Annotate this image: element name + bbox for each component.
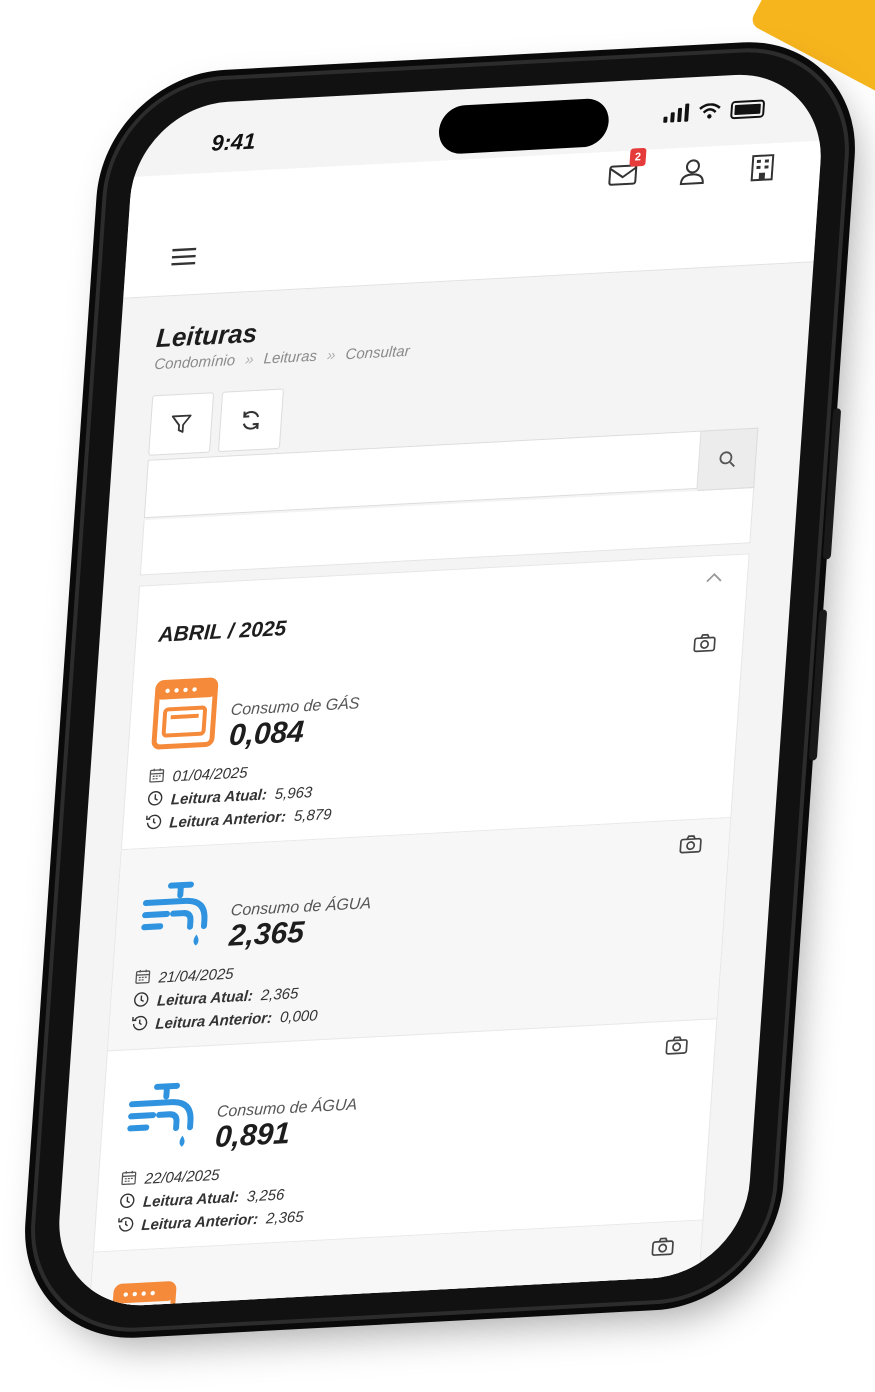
collapse-button[interactable] — [704, 570, 723, 589]
current-reading-label: Leitura Atual: — [170, 785, 268, 809]
breadcrumb-separator: » — [326, 346, 337, 365]
clock-icon — [118, 1192, 135, 1213]
readings-panel: ABRIL / 2025 Consumo de GÁS 0,084 01/04/20… — [78, 553, 750, 1310]
filter-button[interactable] — [148, 392, 215, 456]
reading-card[interactable]: Consumo de ÁGUA 0,891 22/04/2025 Leitura At… — [93, 1019, 717, 1253]
previous-reading-label: Leitura Anterior: — [154, 1009, 273, 1033]
battery-icon — [730, 99, 766, 120]
camera-icon — [650, 1237, 675, 1261]
reading-values: Consumo de ÁGUA 0,891 — [214, 1096, 358, 1154]
history-icon — [131, 1014, 148, 1035]
gas-stove-icon — [150, 677, 219, 756]
status-icons — [663, 99, 766, 123]
camera-icon — [664, 1036, 689, 1060]
wifi-icon — [699, 103, 721, 119]
message-count-badge: 2 — [629, 147, 647, 167]
search-icon — [719, 451, 735, 468]
filter-icon — [171, 414, 192, 433]
calendar-icon — [120, 1169, 137, 1190]
previous-reading-value: 2,365 — [265, 1207, 305, 1228]
reading-meta: 22/04/2025 Leitura Atual: 3,256 Leitura Ant… — [117, 1140, 686, 1236]
reading-main: Consumo de ÁGUA 2,365 — [136, 851, 706, 956]
previous-reading-value: 0,000 — [279, 1006, 319, 1026]
header-actions: 2 — [604, 147, 782, 195]
readings-list: Consumo de GÁS 0,084 01/04/2025 Leitura Atu… — [79, 616, 745, 1310]
reading-card[interactable]: Consumo de GÁS 0,084 01/04/2025 Leitura Atu… — [121, 616, 745, 851]
profile-button[interactable] — [673, 152, 711, 190]
consumption-amount: 0,891 — [214, 1116, 292, 1154]
dynamic-island — [437, 97, 611, 155]
current-reading-label: Leitura Atual: — [156, 987, 254, 1010]
current-reading-value: 2,365 — [260, 984, 299, 1004]
reading-values: Consumo de ÁGUA 2,365 — [228, 895, 372, 953]
reading-card[interactable]: Consumo de ÁGUA 2,365 21/04/2025 Leitura At… — [107, 818, 731, 1052]
clock-icon — [132, 991, 149, 1012]
reading-meta: 21/04/2025 Leitura Atual: 2,365 Leitura Ant… — [131, 939, 700, 1035]
consumption-amount: 0,084 — [227, 714, 306, 752]
status-time: 9:41 — [210, 128, 257, 156]
previous-reading-label: Leitura Anterior: — [168, 807, 287, 832]
user-icon — [679, 159, 704, 186]
current-reading-value: 3,256 — [246, 1185, 286, 1205]
reading-date: 01/04/2025 — [172, 763, 249, 785]
phone-device: 9:41 2 Leituras Condomínio » Leituras » … — [27, 46, 853, 1334]
phone-screen: 9:41 2 Leituras Condomínio » Leituras » … — [53, 70, 827, 1310]
camera-icon — [692, 633, 717, 657]
breadcrumb-item-leituras[interactable]: Leituras — [263, 348, 317, 368]
photo-button[interactable] — [692, 632, 718, 658]
reading-main: Consumo de GÁS 0,084 — [150, 650, 720, 755]
reading-date: 21/04/2025 — [158, 965, 235, 987]
reading-values: Consumo de GÁS 0,084 — [228, 695, 360, 752]
history-icon — [117, 1215, 134, 1236]
photo-button[interactable] — [678, 833, 704, 859]
current-reading-value: 5,963 — [274, 783, 313, 803]
photo-button[interactable] — [664, 1035, 690, 1061]
reading-date: 22/04/2025 — [144, 1166, 221, 1188]
building-button[interactable] — [743, 149, 781, 187]
building-icon — [750, 154, 775, 182]
clock-icon — [146, 790, 163, 811]
chevron-up-icon — [706, 572, 722, 583]
current-reading-label: Leitura Atual: — [142, 1188, 240, 1211]
camera-icon — [678, 835, 703, 859]
breadcrumb-item-consultar: Consultar — [345, 342, 411, 364]
water-tap-icon — [136, 877, 219, 957]
history-icon — [145, 813, 162, 834]
search-button[interactable] — [697, 427, 759, 491]
water-tap-icon — [122, 1078, 205, 1158]
refresh-icon — [242, 411, 260, 430]
cellular-signal-icon — [663, 103, 690, 123]
photo-button[interactable] — [650, 1236, 676, 1262]
consumption-amount: 2,365 — [228, 915, 306, 953]
previous-reading-value: 5,879 — [293, 805, 333, 825]
hamburger-icon — [171, 247, 197, 266]
previous-reading-label: Leitura Anterior: — [140, 1210, 259, 1234]
breadcrumb-item-condominio[interactable]: Condomínio — [154, 352, 236, 373]
reading-meta: 01/04/2025 Leitura Atual: 5,963 Leitura Ant… — [145, 738, 714, 834]
messages-button[interactable]: 2 — [604, 147, 647, 194]
refresh-button[interactable] — [217, 388, 284, 453]
main-content: Leituras Condomínio » Leituras » Consult… — [53, 262, 813, 1310]
calendar-icon — [148, 767, 165, 788]
reading-main: Consumo de ÁGUA 0,891 — [122, 1053, 692, 1158]
calendar-icon — [134, 968, 151, 989]
breadcrumb-separator: » — [244, 350, 255, 369]
menu-button[interactable] — [171, 246, 197, 272]
